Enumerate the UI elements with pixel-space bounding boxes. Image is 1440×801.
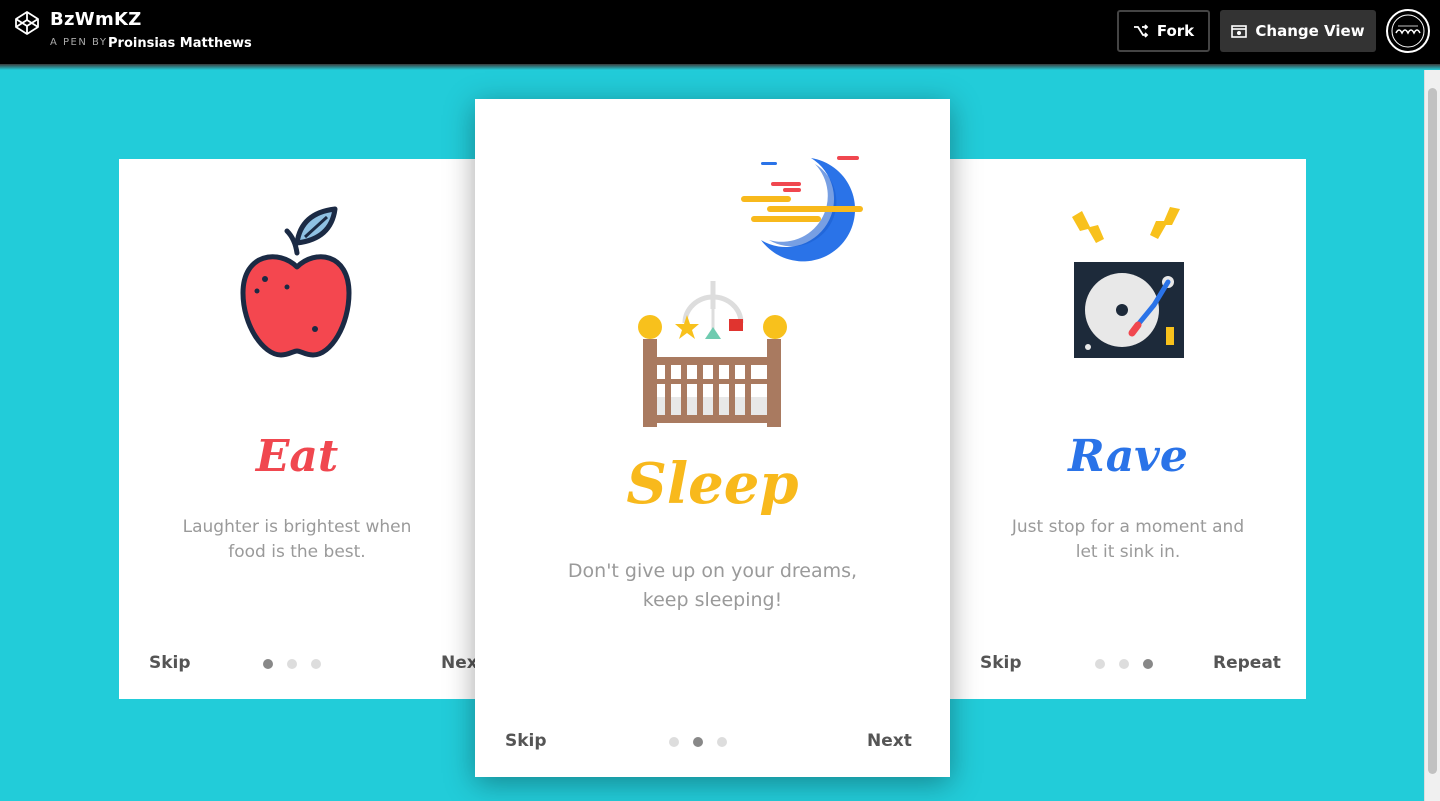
user-avatar[interactable]: [1386, 9, 1430, 53]
fork-icon: [1133, 24, 1149, 38]
pagination-dot[interactable]: [263, 659, 273, 669]
pen-author-link[interactable]: Proinsias Matthews: [108, 36, 252, 51]
card-eat: Eat Laughter is brightest when food is t…: [119, 159, 486, 699]
pen-title: BzWmKZ: [50, 9, 142, 30]
pagination-dot[interactable]: [1143, 659, 1153, 669]
pagination-dots: [263, 659, 321, 669]
card-description-line: let it sink in.: [1075, 542, 1181, 562]
pagination-dot[interactable]: [287, 659, 297, 669]
card-description: Just stop for a moment and let it sink i…: [990, 515, 1266, 565]
pagination-dot[interactable]: [1095, 659, 1105, 669]
header-shadow: [0, 64, 1440, 70]
pagination-dot[interactable]: [693, 737, 703, 747]
change-view-label: Change View: [1255, 22, 1365, 40]
card-description: Laughter is brightest when food is the b…: [159, 515, 435, 565]
pagination-dot[interactable]: [669, 737, 679, 747]
card-description-line: Don't give up on your dreams,: [567, 560, 858, 582]
crib-icon: [638, 281, 787, 427]
card-rave: Rave Just stop for a moment and let it s…: [950, 159, 1306, 699]
pagination-dots: [1095, 659, 1153, 669]
pagination-dot[interactable]: [1119, 659, 1129, 669]
pagination-dot[interactable]: [717, 737, 727, 747]
card-title: Eat: [255, 431, 339, 482]
skip-button[interactable]: Skip: [505, 731, 547, 751]
card-description-line: food is the best.: [228, 542, 366, 562]
pen-by-label: A PEN BY: [50, 37, 107, 48]
card-description: Don't give up on your dreams, keep sleep…: [535, 557, 890, 615]
moon-icon: [741, 156, 863, 262]
avatar-logo-icon: [1391, 14, 1425, 48]
view-icon: [1231, 24, 1248, 38]
scrollbar-thumb[interactable]: [1428, 88, 1437, 774]
pagination-dot[interactable]: [311, 659, 321, 669]
card-title: Rave: [1068, 431, 1188, 482]
card-description-line: Just stop for a moment and: [1011, 517, 1245, 537]
codepen-header: BzWmKZ A PEN BY Proinsias Matthews Fork …: [0, 0, 1440, 64]
turntable-icon: [1072, 207, 1184, 358]
codepen-logo-icon[interactable]: [14, 10, 40, 36]
card-title: Sleep: [626, 451, 799, 517]
change-view-button[interactable]: Change View: [1220, 10, 1376, 52]
fork-label: Fork: [1156, 22, 1195, 40]
next-button[interactable]: Next: [867, 731, 912, 751]
repeat-button[interactable]: Repeat: [1213, 653, 1281, 673]
pen-by-text: A PEN BY: [50, 37, 108, 48]
card-sleep: Sleep Don't give up on your dreams, keep…: [475, 99, 950, 777]
fork-button[interactable]: Fork: [1117, 10, 1210, 52]
skip-button[interactable]: Skip: [980, 653, 1022, 673]
pagination-dots: [669, 737, 727, 747]
card-description-line: keep sleeping!: [642, 589, 783, 611]
skip-button[interactable]: Skip: [149, 653, 191, 673]
apple-icon: [240, 206, 352, 358]
card-description-line: Laughter is brightest when: [182, 517, 412, 537]
